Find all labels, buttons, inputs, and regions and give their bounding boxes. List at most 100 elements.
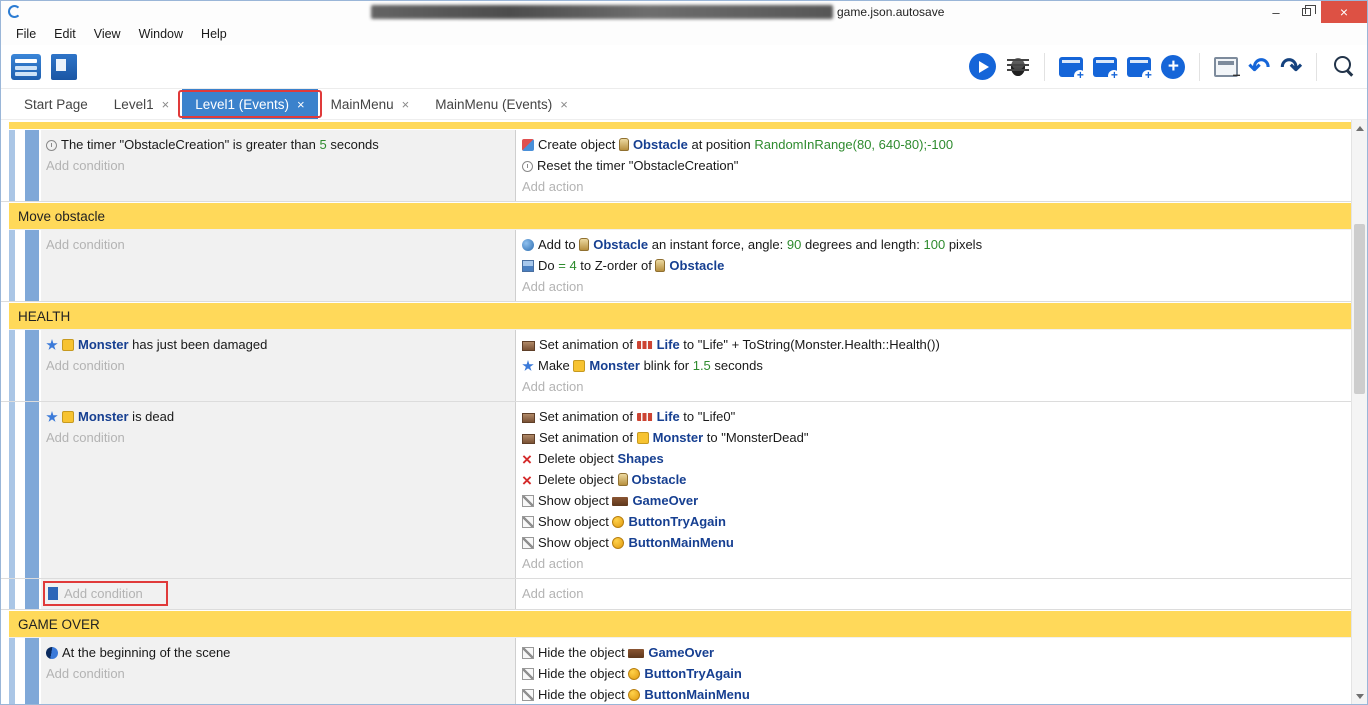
condition-line[interactable]: At the beginning of the scene — [46, 642, 507, 663]
tab-mainmenu-events[interactable]: MainMenu (Events) × — [422, 89, 581, 119]
projects-manager-icon[interactable] — [11, 54, 41, 80]
add-condition-button[interactable]: Add condition — [46, 355, 507, 376]
add-condition-button[interactable]: Add condition — [46, 234, 507, 255]
menu-edit[interactable]: Edit — [45, 23, 85, 45]
event-gutter[interactable] — [1, 230, 41, 301]
redo-icon[interactable] — [1280, 55, 1302, 79]
action-line[interactable]: Show object ButtonMainMenu — [522, 532, 1343, 553]
actions-cell[interactable]: Hide the object GameOverHide the object … — [516, 638, 1351, 704]
event-gutter[interactable] — [1, 402, 41, 578]
text-segment: RandomInRange(80, 640-80);-100 — [754, 137, 953, 152]
close-tab-icon[interactable]: × — [402, 97, 410, 112]
text-segment: Life — [657, 409, 680, 424]
action-line[interactable]: Reset the timer "ObstacleCreation" — [522, 155, 1343, 176]
tab-start-page[interactable]: Start Page — [11, 89, 101, 119]
scrollbar-thumb[interactable] — [1354, 224, 1365, 394]
conditions-cell[interactable]: The timer "ObstacleCreation" is greater … — [41, 130, 516, 201]
vertical-scrollbar[interactable] — [1351, 120, 1367, 704]
actions-cell[interactable]: Create object Obstacle at position Rando… — [516, 130, 1351, 201]
text-segment: has just been damaged — [129, 337, 268, 352]
group-header-partial[interactable] — [9, 122, 1351, 129]
event-gutter[interactable] — [1, 638, 41, 704]
actions-cell[interactable]: Set animation of Life to "Life" + ToStri… — [516, 330, 1351, 401]
text-segment: seconds — [327, 137, 379, 152]
text-segment: Monster — [589, 358, 640, 373]
action-line[interactable]: Make Monster blink for 1.5 seconds — [522, 355, 1343, 376]
actions-cell[interactable]: Add to Obstacle an instant force, angle:… — [516, 230, 1351, 301]
close-tab-icon[interactable]: × — [162, 97, 170, 112]
add-condition-button[interactable]: Add condition — [46, 155, 507, 176]
group-header[interactable]: HEALTH — [9, 302, 1351, 330]
search-icon[interactable] — [1331, 54, 1357, 80]
add-external-events-icon[interactable] — [1093, 57, 1117, 77]
title-bar[interactable]: game.json.autosave – × — [1, 1, 1367, 23]
close-tab-icon[interactable]: × — [560, 97, 568, 112]
maximize-button[interactable] — [1291, 1, 1321, 23]
event-gutter[interactable] — [1, 330, 41, 401]
event-gutter[interactable] — [1, 130, 41, 201]
scroll-up-button[interactable] — [1352, 120, 1367, 136]
text-segment: Monster — [78, 409, 129, 424]
toolbar-separator — [1199, 53, 1200, 81]
zorder-icon — [522, 260, 534, 272]
menu-view[interactable]: View — [85, 23, 130, 45]
add-external-layout-icon[interactable] — [1127, 57, 1151, 77]
condition-line[interactable]: Monster is dead — [46, 406, 507, 427]
condition-line[interactable]: Monster has just been damaged — [46, 334, 507, 355]
add-action-button[interactable]: Add action — [522, 276, 1343, 297]
action-line[interactable]: Set animation of Monster to "MonsterDead… — [522, 427, 1343, 448]
text-segment: at position — [688, 137, 755, 152]
group-header[interactable]: GAME OVER — [9, 610, 1351, 638]
undo-icon[interactable] — [1248, 55, 1270, 79]
text-segment: "Life0" — [698, 409, 735, 424]
menu-help[interactable]: Help — [192, 23, 236, 45]
condition-line[interactable]: The timer "ObstacleCreation" is greater … — [46, 134, 507, 155]
scrollbar-track[interactable] — [1352, 136, 1367, 688]
action-line[interactable]: Hide the object ButtonMainMenu — [522, 684, 1343, 704]
action-line[interactable]: Show object ButtonTryAgain — [522, 511, 1343, 532]
add-scene-icon[interactable] — [1059, 57, 1083, 77]
action-line[interactable]: Add to Obstacle an instant force, angle:… — [522, 234, 1343, 255]
minimize-button[interactable]: – — [1261, 1, 1291, 23]
start-page-icon[interactable] — [51, 54, 77, 80]
debug-icon[interactable] — [1006, 56, 1030, 78]
conditions-cell[interactable]: Monster is deadAdd condition — [41, 402, 516, 578]
action-line[interactable]: Show object GameOver — [522, 490, 1343, 511]
action-line[interactable]: Hide the object GameOver — [522, 642, 1343, 663]
tab-level1[interactable]: Level1 × — [101, 89, 182, 119]
action-line[interactable]: Do = 4 to Z-order of Obstacle — [522, 255, 1343, 276]
tab-mainmenu[interactable]: MainMenu × — [318, 89, 423, 119]
actions-cell[interactable]: Set animation of Life to "Life0"Set anim… — [516, 402, 1351, 578]
text-segment: Delete object — [538, 472, 618, 487]
add-action-button[interactable]: Add action — [522, 583, 1343, 604]
conditions-cell[interactable]: At the beginning of the sceneAdd conditi… — [41, 638, 516, 704]
action-line[interactable]: Set animation of Life to "Life0" — [522, 406, 1343, 427]
menu-window[interactable]: Window — [130, 23, 192, 45]
add-action-button[interactable]: Add action — [522, 176, 1343, 197]
actions-cell[interactable]: Add action — [516, 579, 1351, 609]
conditions-cell[interactable]: Monster has just been damagedAdd conditi… — [41, 330, 516, 401]
menu-file[interactable]: File — [7, 23, 45, 45]
action-line[interactable]: Hide the object ButtonTryAgain — [522, 663, 1343, 684]
action-line[interactable]: Set animation of Life to "Life" + ToStri… — [522, 334, 1343, 355]
tab-level1-events[interactable]: Level1 (Events) × — [182, 89, 317, 119]
add-action-button[interactable]: Add action — [522, 376, 1343, 397]
add-condition-button[interactable]: Add condition — [46, 427, 507, 448]
event-gutter[interactable] — [1, 579, 41, 609]
conditions-cell[interactable]: Add condition — [41, 579, 516, 609]
project-window-icon[interactable] — [1214, 57, 1238, 77]
add-condition-button[interactable]: Add condition — [46, 663, 507, 684]
play-preview-icon[interactable] — [969, 53, 996, 80]
event-row-new-empty: Add condition Add action — [1, 579, 1351, 610]
add-action-button[interactable]: Add action — [522, 553, 1343, 574]
close-button[interactable]: × — [1321, 1, 1367, 23]
group-header[interactable]: Move obstacle — [9, 202, 1351, 230]
conditions-cell[interactable]: Add condition — [41, 230, 516, 301]
action-line[interactable]: Create object Obstacle at position Rando… — [522, 134, 1343, 155]
add-extension-icon[interactable] — [1161, 55, 1185, 79]
add-condition-button[interactable]: Add condition — [46, 583, 165, 604]
close-tab-icon[interactable]: × — [297, 97, 305, 112]
action-line[interactable]: Delete object Shapes — [522, 448, 1343, 469]
scroll-down-button[interactable] — [1352, 688, 1367, 704]
action-line[interactable]: Delete object Obstacle — [522, 469, 1343, 490]
